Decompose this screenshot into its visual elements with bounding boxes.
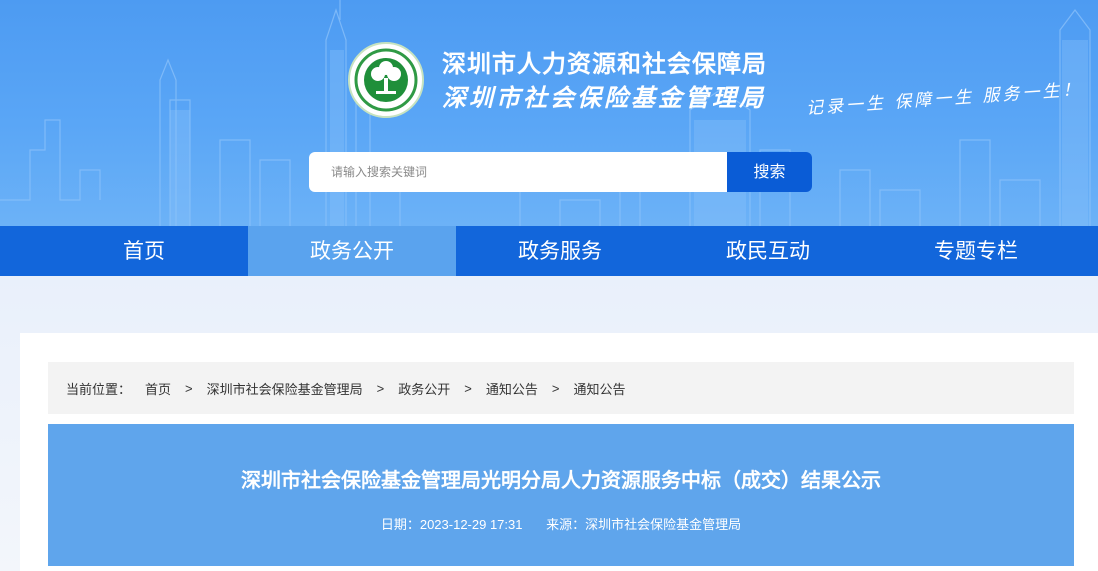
article-title: 深圳市社会保险基金管理局光明分局人力资源服务中标（成交）结果公示 bbox=[241, 468, 881, 492]
article-header: 深圳市社会保险基金管理局光明分局人力资源服务中标（成交）结果公示 日期：2023… bbox=[48, 424, 1074, 566]
breadcrumb: 当前位置： 首页 > 深圳市社会保险基金管理局 > 政务公开 > 通知公告 > … bbox=[48, 362, 1074, 414]
nav-item-special-topics[interactable]: 专题专栏 bbox=[872, 226, 1080, 276]
search-input[interactable] bbox=[309, 152, 727, 192]
breadcrumb-bureau[interactable]: 深圳市社会保险基金管理局 bbox=[207, 379, 363, 398]
article-date: 日期：2023-12-29 17:31 bbox=[380, 517, 523, 532]
breadcrumb-prefix: 当前位置： bbox=[66, 381, 132, 397]
breadcrumb-separator: > bbox=[551, 380, 560, 396]
article-source: 来源：深圳市社会保险基金管理局 bbox=[546, 517, 742, 532]
nav-item-government-affairs-open[interactable]: 政务公开 bbox=[248, 226, 456, 276]
article-meta: 日期：2023-12-29 17:31 来源：深圳市社会保险基金管理局 bbox=[48, 514, 1074, 533]
logo-block[interactable]: 深圳市人力资源和社会保障局 深圳市社会保险基金管理局 bbox=[348, 42, 778, 122]
site-header: 深圳市人力资源和社会保障局 深圳市社会保险基金管理局 记录一生 保障一生 服务一… bbox=[0, 0, 1098, 226]
tree-emblem-icon bbox=[348, 42, 424, 118]
breadcrumb-government-affairs-open[interactable]: 政务公开 bbox=[398, 379, 450, 398]
breadcrumb-notices[interactable]: 通知公告 bbox=[486, 379, 538, 398]
breadcrumb-notices-current[interactable]: 通知公告 bbox=[573, 379, 625, 398]
breadcrumb-separator: > bbox=[464, 380, 472, 396]
nav-item-home[interactable]: 首页 bbox=[40, 226, 248, 276]
nav-item-public-interaction[interactable]: 政民互动 bbox=[664, 226, 872, 276]
search-button[interactable]: 搜索 bbox=[727, 152, 812, 192]
breadcrumb-separator: > bbox=[376, 380, 385, 396]
org-name: 深圳市人力资源和社会保障局 bbox=[442, 50, 767, 78]
org-name-secondary: 深圳市社会保险基金管理局 bbox=[442, 83, 766, 112]
breadcrumb-separator: > bbox=[185, 380, 193, 396]
main-nav: 首页 政务公开 政务服务 政民互动 专题专栏 bbox=[0, 226, 1098, 276]
nav-item-government-services[interactable]: 政务服务 bbox=[456, 226, 664, 276]
breadcrumb-home[interactable]: 首页 bbox=[145, 379, 171, 398]
